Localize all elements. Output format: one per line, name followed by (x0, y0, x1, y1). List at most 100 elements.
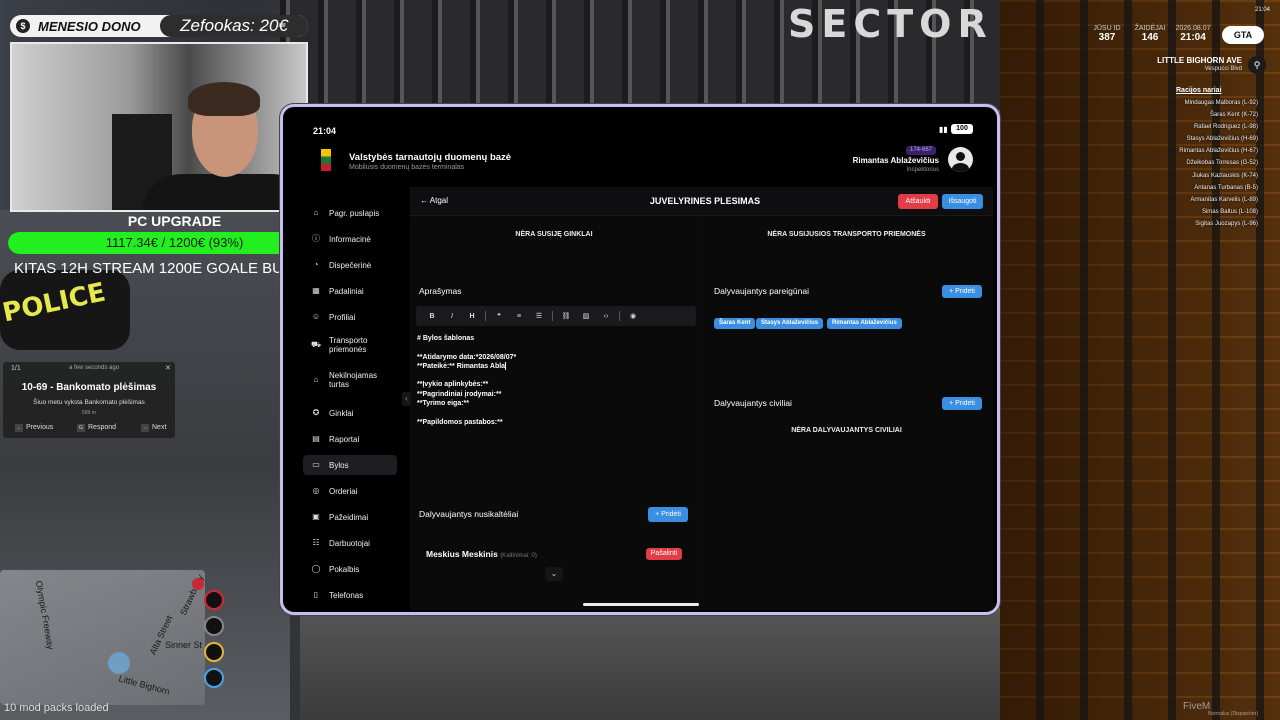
health-icon (204, 590, 224, 610)
add-suspect-button[interactable]: + Pridėti (648, 507, 688, 522)
sidebar-item-label: Transporto priemonės (329, 336, 368, 354)
fivem-status: Normalus (Dispatcher) (1208, 711, 1259, 717)
app-subtitle: Mobilusis duomenų bazės terminalas (349, 164, 465, 171)
sidebar-item-car[interactable]: ⛟ Transporto priemonės (303, 333, 397, 357)
editor-line: **Atidarymo data:*2026/08/07* (417, 353, 517, 361)
sidebar-item-gun[interactable]: ✪ Ginklai (303, 403, 397, 423)
background-floor (300, 612, 1000, 720)
sidebar-item-violation[interactable]: ▣ Pažeidimai (303, 507, 397, 527)
save-button[interactable]: Išsaugoti (942, 194, 983, 209)
sidebar-item-folder[interactable]: ▭ Bylos (303, 455, 397, 475)
editor-line: **Papildomos pastabos:** (417, 418, 503, 426)
radio-member: Šaras Kent (K-72) (1209, 112, 1258, 119)
radio-member: Stasys Ablaževičius (H-69) (1186, 136, 1258, 143)
user-icon: ☺ (311, 312, 321, 321)
suspect-row: Meskius Meskinis (Kaltinimai: 0) (426, 549, 537, 559)
sidebar-item-house[interactable]: ⌂ Nekilnojamas turtas (303, 368, 397, 392)
notification-previous-label: Previous (26, 424, 54, 431)
tablet-clock: 21:04 (313, 126, 337, 136)
hud-stat-datetime: 2026.08.07 21:04 (1173, 25, 1213, 43)
description-editor[interactable]: # Bylos šablonas **Atidarymo data:*2026/0… (417, 334, 697, 464)
no-vehicles-text: NĖRA SUSIJUSIOS TRANSPORTO PRIEMONĖS (767, 231, 926, 238)
officer-chip[interactable]: Stasys Ablaževičius (756, 318, 824, 329)
quote-icon[interactable]: ❝ (489, 312, 509, 320)
case-title-input[interactable] (590, 192, 820, 210)
gun-icon: ✪ (312, 408, 320, 417)
sidebar-item-units[interactable]: ▦ Padaliniai (303, 281, 397, 301)
remove-suspect-button[interactable]: Pašalinti (646, 548, 682, 560)
bullet-list-icon[interactable]: ≡ (509, 313, 529, 320)
code-icon[interactable]: ‹› (596, 313, 616, 320)
minimap: Strawberry Alta Street Sinner St Little … (0, 570, 205, 705)
player-blip-icon (108, 652, 130, 674)
numbered-list-icon[interactable]: ☰ (529, 312, 549, 320)
server-logo: GTA (1222, 26, 1264, 44)
officer-chip[interactable]: Rimantas Ablaževičius (827, 318, 902, 329)
fivem-watermark: FiveM (1183, 701, 1211, 712)
notification-previous-button[interactable]: ← Previous (15, 424, 53, 432)
image-icon[interactable]: ▨ (576, 312, 596, 320)
toolbar-separator (619, 311, 620, 321)
sidebar-item-user[interactable]: ☺ Profiliai (303, 307, 397, 327)
units-icon: ▦ (312, 286, 320, 295)
user-badge: 174-667 (906, 146, 937, 155)
sidebar-item-chat[interactable]: ◯ Pokalbis (303, 559, 397, 579)
link-icon[interactable]: ⛓ (556, 312, 576, 320)
back-label: Atgal (429, 196, 449, 205)
coin-icon: $ (16, 19, 30, 33)
user-avatar[interactable] (948, 147, 973, 172)
sidebar-item-phone[interactable]: ▯ Telefonas (303, 585, 397, 605)
radio-member: Antanas Turbanas (B-5) (1194, 184, 1258, 191)
arrow-left-icon: ← (420, 196, 428, 205)
info-icon: ⓘ (312, 234, 320, 243)
sidebar-item-home[interactable]: ⌂ Pagr. puslapis (303, 203, 397, 223)
notification-distance: 589 m (82, 410, 96, 416)
radio-member: Rimantas Ablaževičius (H-67) (1179, 148, 1258, 155)
sidebar-item-info[interactable]: ⓘ Informacinė (303, 229, 397, 249)
house-icon: ⌂ (313, 375, 319, 384)
notification-close-icon[interactable]: ✕ (165, 364, 171, 372)
user-role: Inspektorius (906, 167, 939, 173)
radio-member: Mindaugas Malboras (L-92) (1184, 100, 1258, 106)
radio-member: Sigitas Juozapys (L-96) (1195, 220, 1258, 227)
italic-icon[interactable]: I (442, 313, 462, 320)
case-editor: ← Atgal Atšaukti Išsaugoti NĖRA SUSIJĘ G… (410, 187, 993, 610)
notification-time: a few seconds ago (69, 365, 120, 371)
suspect-name: Meskius Meskinis (426, 549, 498, 559)
suspect-charges: (Kaltinimai: 0) (500, 553, 537, 559)
sidebar-item-label: Raportai (329, 434, 360, 444)
sidebar-item-report[interactable]: ▤ Raportai (303, 429, 397, 449)
notification-respond-button[interactable]: G Respond (77, 424, 116, 432)
radio-member: Rafael Rodriguez (L-98) (1193, 124, 1258, 131)
heading-icon[interactable]: H (462, 313, 482, 320)
officer-chip[interactable]: Šaras Kent (714, 318, 756, 329)
signal-icon: ▮▮ (939, 125, 948, 134)
notification-count: 1/1 (11, 365, 21, 372)
no-civilians-text: NĖRA DALYVAUJANTYS CIVILIAI (791, 427, 902, 434)
bold-icon[interactable]: B (422, 313, 442, 320)
back-button[interactable]: ← Atgal (420, 196, 448, 205)
add-officer-button[interactable]: + Pridėti (942, 285, 982, 298)
cancel-button[interactable]: Atšaukti (898, 194, 938, 209)
location-pin-icon: ⚲ (1248, 56, 1266, 74)
sidebar-item-dispatch[interactable]: ◔ Dispečerinė (303, 255, 397, 275)
home-indicator[interactable] (583, 603, 699, 606)
user-name: Rimantas Ablaževičius (852, 156, 939, 165)
dispatch-icon: ◔ (313, 260, 319, 269)
preview-icon[interactable]: ◉ (623, 312, 643, 320)
donor-banner: $ MENESIO DONO Zefookas: 20€ (10, 15, 308, 37)
thirst-icon (204, 668, 224, 688)
sidebar-item-staff[interactable]: ☷ Darbuotojai (303, 533, 397, 553)
sidebar-item-label: Telefonas (329, 590, 364, 600)
scroll-down-chevron-icon[interactable]: ⌄ (545, 567, 563, 581)
civilians-label: Dalyvaujantys civiliai (714, 398, 792, 408)
editor-toolbar: B I H ❝ ≡ ☰ ⛓ ▨ ‹› ◉ (416, 306, 696, 326)
notification-next-button[interactable]: → Next (141, 424, 166, 432)
case-right-column: NĖRA SUSIJUSIOS TRANSPORTO PRIEMONĖS Dal… (700, 217, 993, 610)
sidebar-item-warrant[interactable]: ◎ Orderiai (303, 481, 397, 501)
collapse-sidebar-icon[interactable]: ‹ (402, 392, 411, 406)
dispatch-notification: 1/1 a few seconds ago ✕ 10-69 - Bankomat… (3, 362, 175, 438)
sidebar-item-label: Darbuotojai (329, 538, 370, 548)
add-civilian-button[interactable]: + Pridėti (942, 397, 982, 410)
